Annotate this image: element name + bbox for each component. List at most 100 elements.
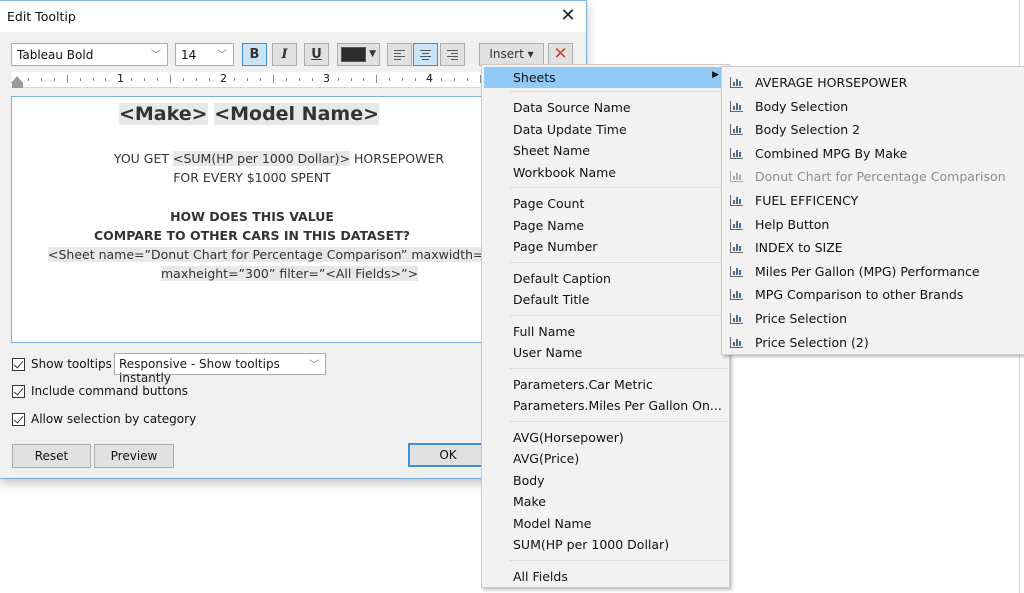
show-tooltips-checkbox[interactable]	[12, 357, 25, 371]
ruler-tick	[234, 78, 236, 81]
dialog-titlebar: Edit Tooltip ✕	[0, 1, 586, 32]
worksheet-icon	[730, 218, 743, 230]
menu-item[interactable]: AVG(Price)	[484, 448, 727, 469]
sheet-item[interactable]: INDEX to SIZE	[724, 236, 1024, 258]
reset-button[interactable]: Reset	[12, 444, 91, 468]
sheet-item[interactable]: MPG Comparison to other Brands	[724, 283, 1024, 305]
close-icon[interactable]: ✕	[556, 5, 580, 27]
sheet-item-label: Help Button	[755, 216, 830, 232]
menu-item[interactable]: Data Update Time	[484, 119, 727, 140]
menu-item[interactable]: Model Name	[484, 513, 727, 534]
sheet-item[interactable]: Combined MPG By Make	[724, 142, 1024, 164]
allow-selection-checkbox[interactable]	[12, 412, 25, 426]
include-command-buttons-checkbox[interactable]	[12, 384, 25, 398]
align-center-button[interactable]	[413, 43, 438, 66]
ok-button[interactable]: OK	[408, 443, 488, 467]
menu-item[interactable]: Body	[484, 470, 727, 491]
editor-title-line: <Make> <Model Name>	[12, 103, 486, 125]
sheet-item[interactable]: Price Selection	[724, 307, 1024, 329]
menu-item[interactable]: User Name	[484, 342, 727, 363]
menu-item[interactable]: Page Number	[484, 236, 727, 257]
menu-item[interactable]: Parameters.Miles Per Gallon On...	[484, 395, 727, 416]
sheet-item-label: Combined MPG By Make	[755, 145, 908, 161]
ruler-tick	[144, 78, 146, 81]
insert-menu: Sheets ▶ Data Source Name Data Update Tim…	[481, 64, 730, 588]
menu-item[interactable]: Workbook Name	[484, 162, 727, 183]
tooltip-editor[interactable]: <Make> <Model Name> YOU GET <SUM(HP per …	[11, 96, 487, 343]
ruler-tick	[169, 75, 171, 83]
worksheet-icon	[730, 289, 743, 301]
include-command-buttons-label: Include command buttons	[31, 384, 189, 398]
sheet-item[interactable]: Body Selection	[724, 95, 1024, 117]
sheet-item[interactable]: AVERAGE HORSEPOWER	[724, 71, 1024, 93]
allow-selection-option[interactable]: Allow selection by category	[12, 412, 196, 426]
ruler-tick	[92, 78, 94, 81]
worksheet-icon	[730, 265, 743, 277]
bold-button[interactable]: B	[242, 43, 267, 66]
align-left-button[interactable]	[387, 43, 412, 66]
sheet-item[interactable]: Help Button	[724, 213, 1024, 235]
ruler-tick	[260, 78, 262, 81]
italic-button[interactable]: I	[272, 43, 297, 66]
ruler-tick	[311, 78, 313, 81]
menu-item[interactable]: Default Title	[484, 289, 727, 310]
align-right-button[interactable]	[440, 43, 465, 66]
menu-item[interactable]: AVG(Horsepower)	[484, 427, 727, 448]
menu-item-sheets[interactable]: Sheets ▶	[484, 67, 727, 88]
menu-separator	[510, 91, 727, 92]
show-tooltips-option[interactable]: Show tooltips	[12, 357, 112, 371]
editor-line-2: FOR EVERY $1000 SPENT	[173, 170, 331, 185]
ruler-number: 2	[220, 72, 227, 85]
ruler-number: 3	[323, 72, 330, 85]
ruler-tick	[40, 78, 42, 81]
tooltip-mode-value: Responsive - Show tooltips instantly	[119, 357, 280, 385]
ruler-tick	[182, 78, 184, 81]
menu-item[interactable]: Full Name	[484, 321, 727, 342]
preview-button[interactable]: Preview	[94, 444, 174, 468]
tooltip-mode-dropdown[interactable]: Responsive - Show tooltips instantly ﹀	[114, 353, 326, 385]
editor-line-6: maxheight=”300” filter=”<All Fields>”>	[161, 266, 486, 281]
ruler-number: 1	[117, 72, 124, 85]
sheet-item-label: INDEX to SIZE	[755, 240, 843, 256]
menu-item[interactable]: Data Source Name	[484, 97, 727, 118]
sheet-item-label: Price Selection	[755, 311, 848, 326]
editor-line-4: COMPARE TO OTHER CARS IN THIS DATASET?	[94, 228, 410, 243]
chevron-down-icon: ﹀	[151, 50, 161, 61]
insert-button[interactable]: Insert ▾	[479, 43, 544, 66]
ruler[interactable]: 1 2 3 4	[11, 72, 482, 88]
editor-line-3: HOW DOES THIS VALUE	[170, 209, 334, 224]
sheet-item: Donut Chart for Percentage Comparison	[724, 165, 1024, 187]
font-size-dropdown[interactable]: 14 ﹀	[175, 43, 234, 66]
field-sheet-tag: <Sheet name=”Donut Chart for Percentage …	[48, 247, 486, 262]
menu-item[interactable]: Page Name	[484, 215, 727, 236]
sheet-item[interactable]: Price Selection (2)	[724, 331, 1024, 353]
ruler-tick	[247, 78, 249, 81]
menu-item[interactable]: Parameters.Car Metric	[484, 374, 727, 395]
text-color-button[interactable]: ▼	[337, 43, 380, 66]
ruler-tick	[157, 78, 158, 81]
include-command-buttons-option[interactable]: Include command buttons	[12, 384, 188, 398]
ruler-tick	[105, 78, 107, 81]
sheet-item[interactable]: Miles Per Gallon (MPG) Performance	[724, 260, 1024, 282]
ruler-tick	[298, 78, 300, 81]
menu-item[interactable]: Sheet Name	[484, 140, 727, 161]
submenu-arrow-icon: ▶	[712, 70, 719, 80]
worksheet-icon	[730, 171, 743, 183]
menu-separator	[510, 314, 727, 316]
menu-item[interactable]: All Fields	[484, 566, 727, 587]
underline-button[interactable]: U	[304, 43, 329, 66]
ruler-tick	[208, 78, 210, 81]
font-name-dropdown[interactable]: Tableau Bold ﹀	[11, 43, 168, 66]
ruler-tick	[66, 75, 68, 83]
field-model-name: <Model Name>	[214, 103, 380, 125]
field-make: <Make>	[118, 103, 208, 125]
worksheet-icon	[730, 124, 743, 136]
sheet-item[interactable]: Body Selection 2	[724, 118, 1024, 140]
menu-item[interactable]: Default Caption	[484, 268, 727, 289]
menu-item[interactable]: SUM(HP per 1000 Dollar)	[484, 534, 727, 555]
menu-separator	[510, 261, 727, 263]
menu-item[interactable]: Make	[484, 491, 727, 512]
clear-formatting-button[interactable]: ✕	[548, 43, 573, 66]
menu-item[interactable]: Page Count	[484, 193, 727, 214]
sheet-item[interactable]: FUEL EFFICENCY	[724, 189, 1024, 211]
